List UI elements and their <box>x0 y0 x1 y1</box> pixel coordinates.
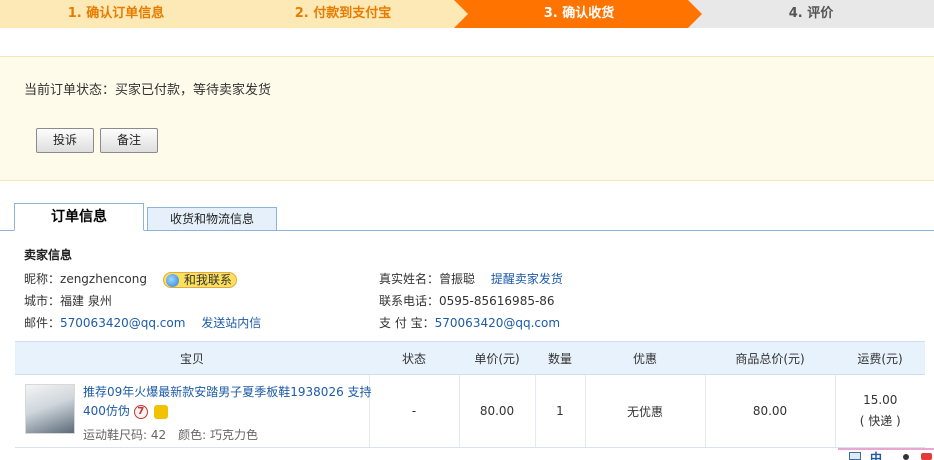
contact-me-button[interactable]: 和我联系 <box>162 271 237 288</box>
col-discount: 优惠 <box>585 341 705 375</box>
seller-realname-row: 真实姓名：曾振聪 提醒卖家发货 <box>379 270 563 287</box>
shipping-fee: 15.00 <box>863 393 898 407</box>
seller-phone-row: 联系电话：0595-85616985-86 <box>379 292 555 309</box>
shipping-type: ( 快递 ) <box>859 414 901 428</box>
item-unit-price: 80.00 <box>458 374 535 448</box>
city-label: 城市： <box>24 294 61 308</box>
complain-button[interactable]: 投诉 <box>36 128 94 153</box>
product-thumbnail[interactable] <box>25 384 75 434</box>
order-status-text: 当前订单状态：买家已付款，等待卖家发货 <box>24 83 272 98</box>
seller-section-title: 卖家信息 <box>24 248 73 262</box>
seller-city-row: 城市：福建 泉州 <box>24 292 112 309</box>
seller-email-row: 邮件：570063420@qq.com 发送站内信 <box>24 314 261 331</box>
step-confirm-receipt: 3. 确认收货 <box>454 0 704 28</box>
table-row: 推荐09年火爆最新款安踏男子夏季板鞋1938026 支持400仿伪 7 运动鞋尺码… <box>15 374 925 448</box>
item-discount: 无优惠 <box>584 374 705 448</box>
step-pay-alipay: 2. 付款到支付宝 <box>216 0 470 28</box>
realname-label: 真实姓名： <box>379 272 440 286</box>
remind-seller-ship-link[interactable]: 提醒卖家发货 <box>491 272 563 286</box>
progress-steps: 1. 确认订单信息 2. 付款到支付宝 3. 确认收货 4. 评价 <box>0 0 934 28</box>
seller-email-link[interactable]: 570063420@qq.com <box>60 316 185 330</box>
seller-realname: 曾振聪 <box>439 272 476 286</box>
tab-order-info[interactable]: 订单信息 <box>14 203 144 231</box>
seller-phone: 0595-85616985-86 <box>439 294 555 308</box>
ime-mode-label[interactable]: 中 <box>870 449 882 460</box>
contact-me-label: 和我联系 <box>183 272 232 287</box>
col-quantity: 数量 <box>535 341 585 375</box>
item-cell: 推荐09年火爆最新款安踏男子夏季板鞋1938026 支持400仿伪 7 运动鞋尺码… <box>15 374 372 448</box>
alipay-label: 支 付 宝： <box>379 316 435 330</box>
step-confirm-order: 1. 确认订单信息 <box>0 0 232 28</box>
window-icon[interactable] <box>849 452 861 460</box>
seller-city: 福建 泉州 <box>60 294 112 308</box>
item-status: - <box>368 374 459 448</box>
email-label: 邮件： <box>24 316 61 330</box>
col-status: 状态 <box>369 341 459 375</box>
seller-alipay-row: 支 付 宝：570063420@qq.com <box>379 314 560 331</box>
tab-shipping-info[interactable]: 收货和物流信息 <box>147 207 277 231</box>
col-unit-price: 单价(元) <box>459 341 535 375</box>
col-item: 宝贝 <box>15 341 369 375</box>
step-review: 4. 评价 <box>688 0 934 28</box>
guarantee-icon <box>153 404 168 419</box>
phone-label: 联系电话： <box>379 294 440 308</box>
col-total: 商品总价(元) <box>705 341 835 375</box>
chat-icon <box>165 273 179 287</box>
item-total: 80.00 <box>704 374 835 448</box>
col-shipping-fee: 运费(元) <box>835 341 925 375</box>
product-attributes: 运动鞋尺码: 42 颜色: 巧克力色 <box>83 428 258 442</box>
seller-nickname: zengzhencong <box>60 272 147 286</box>
keyboard-icon[interactable] <box>921 453 932 460</box>
order-status-panel: 当前订单状态：买家已付款，等待卖家发货 投诉 备注 <box>0 56 934 181</box>
note-button[interactable]: 备注 <box>100 128 158 153</box>
shipping-cell: 15.00 ( 快递 ) <box>834 374 925 448</box>
send-site-message-link[interactable]: 发送站内信 <box>201 316 261 330</box>
table-header-row: 宝贝 状态 单价(元) 数量 优惠 商品总价(元) 运费(元) <box>15 341 925 375</box>
seller-nickname-row: 昵称：zengzhencong 和我联系 <box>24 270 237 288</box>
moon-icon[interactable] <box>903 454 909 460</box>
order-items-table: 宝贝 状态 单价(元) 数量 优惠 商品总价(元) 运费(元) 推荐09年火爆最… <box>15 341 925 448</box>
seven-day-return-icon: 7 <box>133 404 148 419</box>
product-title-link[interactable]: 推荐09年火爆最新款安踏男子夏季板鞋1938026 支持400仿伪 <box>83 385 372 418</box>
nickname-label: 昵称： <box>24 272 61 286</box>
item-quantity: 1 <box>534 374 585 448</box>
seller-alipay-link[interactable]: 570063420@qq.com <box>435 316 560 330</box>
